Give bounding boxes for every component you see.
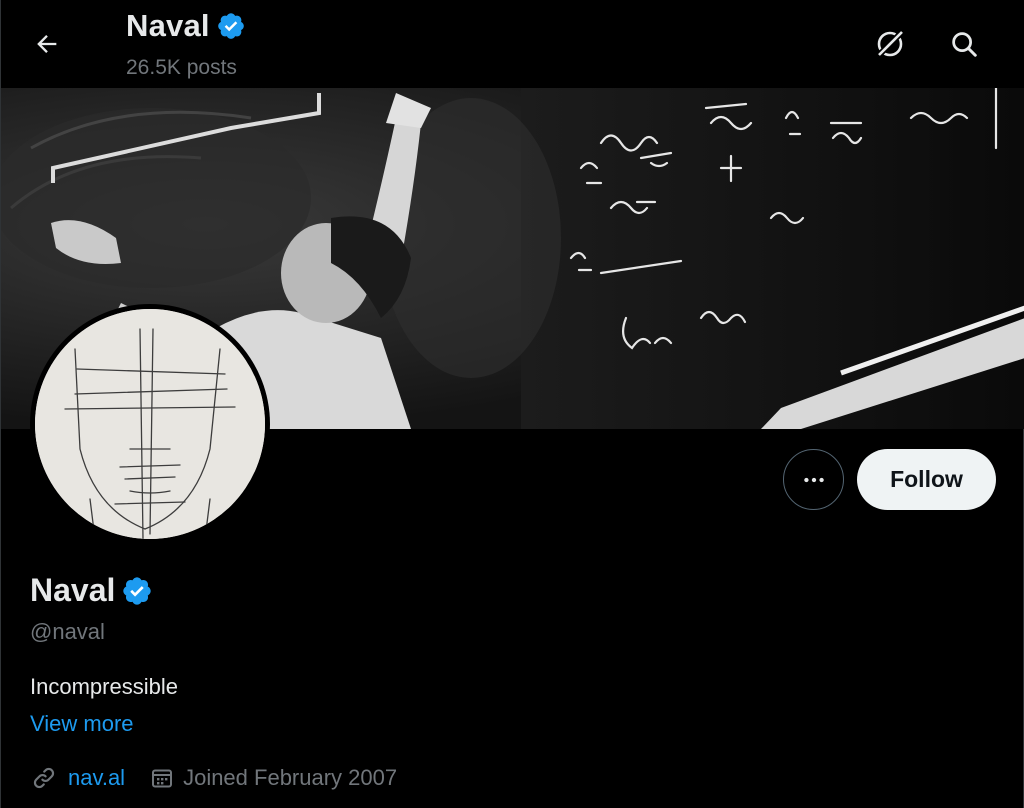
posts-count: 26.5K posts bbox=[126, 56, 237, 79]
profile-page: Naval 26.5K posts Follow Naval @naval In… bbox=[0, 0, 1024, 808]
header-title: Naval bbox=[126, 8, 210, 43]
joined-date: Joined February 2007 bbox=[183, 765, 398, 790]
profile-meta-row: nav.al Joined February 2007 bbox=[30, 762, 397, 794]
link-icon bbox=[30, 764, 58, 792]
website-link[interactable]: nav.al bbox=[68, 765, 125, 791]
avatar-image bbox=[35, 309, 265, 539]
more-dots-icon bbox=[803, 477, 824, 482]
profile-bio: Incompressible bbox=[30, 674, 178, 699]
profile-name-row: Naval bbox=[30, 572, 153, 609]
search-button[interactable] bbox=[942, 22, 986, 66]
top-bar: Naval 26.5K posts bbox=[1, 0, 1024, 88]
calendar-icon bbox=[149, 765, 175, 791]
profile-name: Naval bbox=[30, 572, 116, 608]
follow-button[interactable]: Follow bbox=[857, 449, 996, 510]
view-more-link[interactable]: View more bbox=[30, 711, 134, 737]
verified-badge-icon[interactable] bbox=[121, 575, 153, 607]
more-options-button[interactable] bbox=[783, 449, 844, 510]
verified-badge-icon bbox=[217, 13, 244, 39]
profile-avatar[interactable] bbox=[30, 304, 270, 544]
grok-button[interactable] bbox=[868, 22, 912, 66]
header-title-row: Naval bbox=[126, 8, 246, 44]
search-icon bbox=[952, 32, 977, 57]
profile-handle: @naval bbox=[30, 619, 105, 644]
grok-icon bbox=[876, 29, 905, 58]
back-button[interactable] bbox=[25, 22, 69, 66]
arrow-left-icon bbox=[37, 35, 57, 53]
